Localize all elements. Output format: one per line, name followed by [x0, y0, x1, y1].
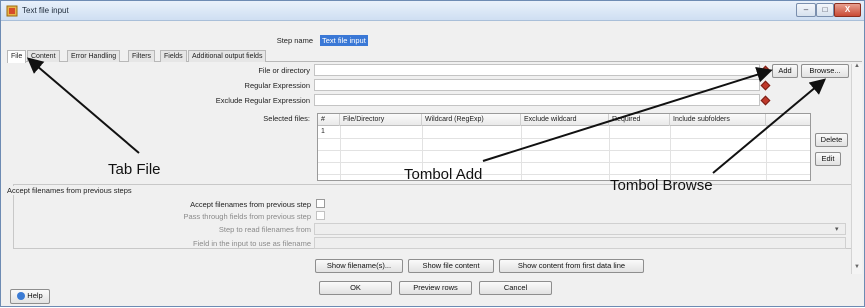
arrow-tombol-add: [482, 66, 773, 162]
annotation-arrows: [26, 57, 827, 174]
arrow-tab-file: [26, 57, 140, 154]
arrow-tombol-browse: [712, 78, 827, 174]
text-file-input-dialog: Text file input – □ X Step name Text fil…: [0, 0, 865, 307]
